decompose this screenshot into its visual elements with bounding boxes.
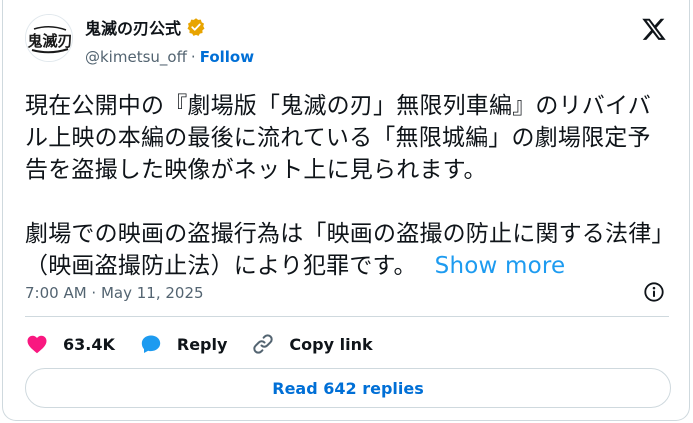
action-bar: 63.4K Reply Copy link xyxy=(25,330,397,358)
handle-separator: · xyxy=(190,48,196,66)
reply-bubble-icon xyxy=(141,335,161,353)
author-name-row: 鬼滅の刃公式 xyxy=(85,16,206,38)
divider xyxy=(25,316,669,317)
kimetsu-logo-avatar-icon: 鬼滅刃 xyxy=(26,15,72,61)
like-button[interactable]: 63.4K xyxy=(25,332,115,356)
read-replies-label: Read 642 replies xyxy=(272,378,424,398)
author-display-name[interactable]: 鬼滅の刃公式 xyxy=(85,15,181,39)
post-card: 鬼滅刃 鬼滅の刃公式 @kimetsu_off · Follow 現在公開中の『… xyxy=(2,0,690,421)
reply-label: Reply xyxy=(176,334,228,354)
author-handle[interactable]: @kimetsu_off xyxy=(85,48,187,66)
post-paragraph-2: 劇場での映画の盗撮行為は「映画の盗撮の防止に関する法律」（映画盗撮防止法）により… xyxy=(25,221,664,279)
x-logo-icon[interactable] xyxy=(641,16,667,42)
copy-link-button[interactable]: Copy link xyxy=(251,332,373,356)
post-paragraph-2-line: 劇場での映画の盗撮行為は「映画の盗撮の防止に関する法律」（映画盗撮防止法）により… xyxy=(25,218,665,282)
post-body: 現在公開中の『劇場版「鬼滅の刃」無限列車編』のリバイバル上映の本編の最後に流れて… xyxy=(25,90,665,282)
link-icon xyxy=(253,334,274,354)
copy-link-label: Copy link xyxy=(289,334,373,354)
verified-badge-icon xyxy=(187,18,205,36)
post-paragraph-1: 現在公開中の『劇場版「鬼滅の刃」無限列車編』のリバイバル上映の本編の最後に流れて… xyxy=(25,93,651,183)
like-count: 63.4K xyxy=(63,334,115,354)
follow-button[interactable]: Follow xyxy=(200,48,254,66)
heart-icon xyxy=(27,335,47,354)
author-handle-row: @kimetsu_off · Follow xyxy=(85,48,254,66)
info-icon[interactable] xyxy=(643,281,665,303)
author-avatar[interactable]: 鬼滅刃 xyxy=(25,14,73,62)
post-timestamp[interactable]: 7:00 AM · May 11, 2025 xyxy=(25,284,204,302)
read-replies-button[interactable]: Read 642 replies xyxy=(25,368,671,408)
reply-button[interactable]: Reply xyxy=(139,332,228,356)
svg-text:鬼滅刃: 鬼滅刃 xyxy=(27,32,72,50)
show-more-link[interactable]: Show more xyxy=(435,253,566,279)
